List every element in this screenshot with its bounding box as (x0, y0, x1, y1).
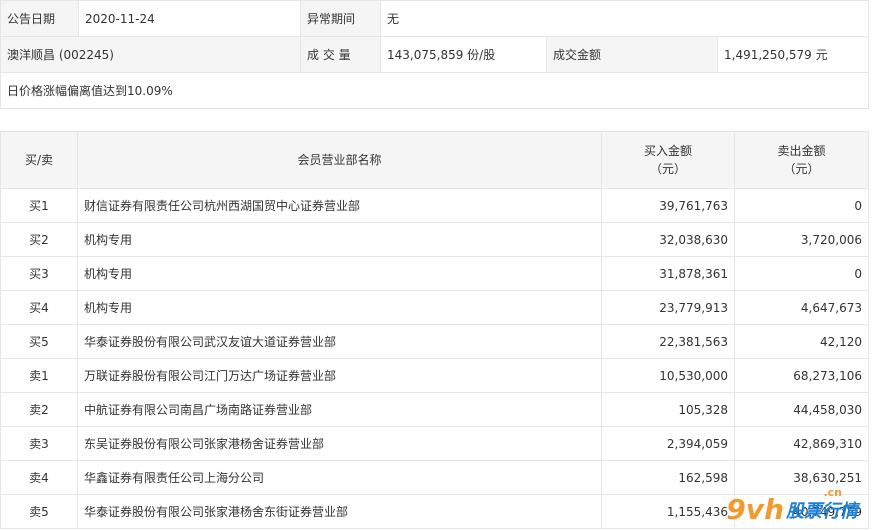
row-branch-name: 机构专用 (77, 256, 602, 291)
row-side: 卖5 (0, 494, 78, 529)
table-row: 卖1 万联证券股份有限公司江门万达广场证券营业部 10,530,000 68,273,… (0, 358, 869, 393)
reason-text: 日价格涨幅偏离值达到10.09% (0, 72, 870, 109)
row-buy-amount: 2,394,059 (601, 426, 735, 461)
row-side: 卖4 (0, 460, 78, 495)
table-header-row: 买/卖 会员营业部名称 买入金额 （元） 卖出金额 （元） (0, 131, 869, 189)
row-branch-name: 财信证券有限责任公司杭州西湖国贸中心证券营业部 (77, 188, 602, 223)
row-sell-amount: 0 (734, 188, 869, 223)
row-sell-amount: 38,630,251 (734, 460, 869, 495)
row-branch-name: 华鑫证券有限责任公司上海分公司 (77, 460, 602, 495)
row-sell-amount: 3,720,006 (734, 222, 869, 257)
header-buy-amount: 买入金额 （元） (601, 131, 735, 189)
trading-seats-table: 买/卖 会员营业部名称 买入金额 （元） 卖出金额 （元） 买1 财信证券有限责任… (0, 131, 869, 529)
header-buy-amount-unit: （元） (649, 162, 686, 176)
info-row-reason: 日价格涨幅偏离值达到10.09% (0, 72, 870, 109)
announcement-info-table: 公告日期 2020-11-24 异常期间 无 澳洋顺昌 (002245) 成 交… (0, 0, 870, 109)
header-sell-amount-unit: （元） (783, 162, 820, 176)
row-buy-amount: 10,530,000 (601, 358, 735, 393)
row-branch-name: 中航证券有限公司南昌广场南路证券营业部 (77, 392, 602, 427)
stock-name: 澳洋顺昌 (002245) (0, 36, 301, 73)
row-sell-amount: 4,647,673 (734, 290, 869, 325)
header-branch-name: 会员营业部名称 (77, 131, 602, 189)
amount-value: 1,491,250,579 元 (716, 36, 870, 73)
row-buy-amount: 162,598 (601, 460, 735, 495)
table-row: 买3 机构专用 31,878,361 0 (0, 256, 869, 291)
table-row: 卖2 中航证券有限公司南昌广场南路证券营业部 105,328 44,458,030 (0, 392, 869, 427)
site-watermark: 9vh .cn 股票行情 (726, 486, 858, 526)
row-branch-name: 华泰证券股份有限公司武汉友谊大道证券营业部 (77, 324, 602, 359)
watermark-logo: 9vh (726, 493, 784, 526)
header-sell-amount-title: 卖出金额 (777, 144, 826, 158)
table-row: 买1 财信证券有限责任公司杭州西湖国贸中心证券营业部 39,761,763 0 (0, 188, 869, 223)
info-row-trade: 澳洋顺昌 (002245) 成 交 量 143,075,859 份/股 成交金额… (0, 36, 870, 73)
row-buy-amount: 23,779,913 (601, 290, 735, 325)
info-row-date: 公告日期 2020-11-24 异常期间 无 (0, 0, 870, 37)
row-side: 卖2 (0, 392, 78, 427)
table-row: 卖4 华鑫证券有限责任公司上海分公司 162,598 38,630,251 (0, 460, 869, 495)
header-buy-amount-title: 买入金额 (643, 144, 692, 158)
watermark-text: 股票行情 (786, 501, 858, 522)
row-buy-amount: 32,038,630 (601, 222, 735, 257)
volume-label: 成 交 量 (300, 36, 381, 73)
row-branch-name: 机构专用 (77, 290, 602, 325)
row-buy-amount: 22,381,563 (601, 324, 735, 359)
row-side: 买5 (0, 324, 78, 359)
row-sell-amount: 42,120 (734, 324, 869, 359)
row-sell-amount: 42,869,310 (734, 426, 869, 461)
watermark-domain: .cn (823, 486, 842, 499)
row-side: 买2 (0, 222, 78, 257)
row-buy-amount: 1,155,436 (601, 494, 735, 529)
row-side: 卖1 (0, 358, 78, 393)
row-branch-name: 东吴证券股份有限公司张家港杨舍证券营业部 (77, 426, 602, 461)
abnormal-period-value: 无 (379, 0, 870, 37)
row-sell-amount: 44,458,030 (734, 392, 869, 427)
date-value: 2020-11-24 (78, 0, 301, 37)
row-branch-name: 万联证券股份有限公司江门万达广场证券营业部 (77, 358, 602, 393)
row-buy-amount: 105,328 (601, 392, 735, 427)
table-row: 买5 华泰证券股份有限公司武汉友谊大道证券营业部 22,381,563 42,120 (0, 324, 869, 359)
abnormal-period-label: 异常期间 (300, 0, 381, 37)
amount-label: 成交金额 (546, 36, 718, 73)
row-sell-amount: 0 (734, 256, 869, 291)
row-branch-name: 华泰证券股份有限公司张家港杨舍东街证券营业部 (77, 494, 602, 529)
header-side: 买/卖 (0, 131, 78, 189)
date-label: 公告日期 (0, 0, 79, 37)
row-side: 买3 (0, 256, 78, 291)
row-side: 卖3 (0, 426, 78, 461)
row-buy-amount: 39,761,763 (601, 188, 735, 223)
row-branch-name: 机构专用 (77, 222, 602, 257)
row-side: 买1 (0, 188, 78, 223)
row-side: 买4 (0, 290, 78, 325)
row-sell-amount: 68,273,106 (734, 358, 869, 393)
table-row: 买4 机构专用 23,779,913 4,647,673 (0, 290, 869, 325)
header-sell-amount: 卖出金额 （元） (734, 131, 869, 189)
table-row: 卖3 东吴证券股份有限公司张家港杨舍证券营业部 2,394,059 42,869,31… (0, 426, 869, 461)
table-row: 买2 机构专用 32,038,630 3,720,006 (0, 222, 869, 257)
row-buy-amount: 31,878,361 (601, 256, 735, 291)
volume-value: 143,075,859 份/股 (380, 36, 547, 73)
